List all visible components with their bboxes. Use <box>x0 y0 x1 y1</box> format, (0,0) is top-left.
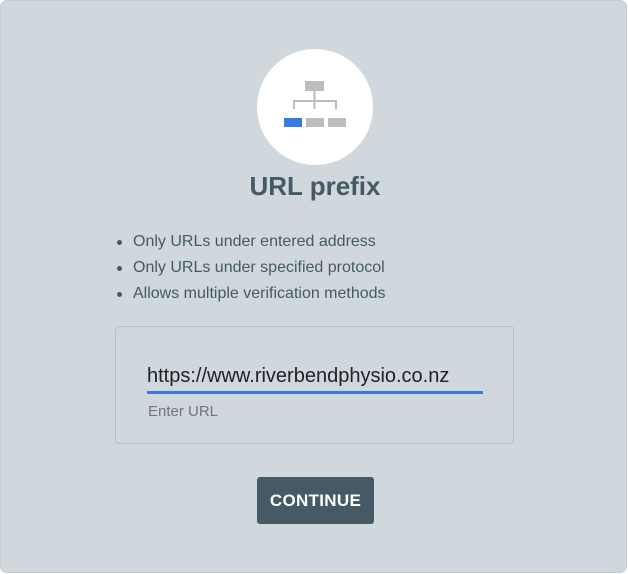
continue-button[interactable]: CONTINUE <box>257 477 374 524</box>
url-input-container: Enter URL <box>115 326 514 444</box>
feature-item: Only URLs under specified protocol <box>115 255 386 281</box>
property-type-title: URL prefix <box>249 171 381 201</box>
url-input[interactable] <box>147 361 483 394</box>
icon-circle <box>257 49 373 165</box>
sitemap-icon <box>284 81 346 127</box>
feature-item: Only URLs under entered address <box>115 229 386 255</box>
feature-list: Only URLs under entered address Only URL… <box>115 229 386 307</box>
feature-item: Allows multiple verification methods <box>115 281 386 307</box>
url-prefix-card[interactable]: URL prefix Only URLs under entered addre… <box>1 1 626 572</box>
url-input-label: Enter URL <box>148 403 219 420</box>
